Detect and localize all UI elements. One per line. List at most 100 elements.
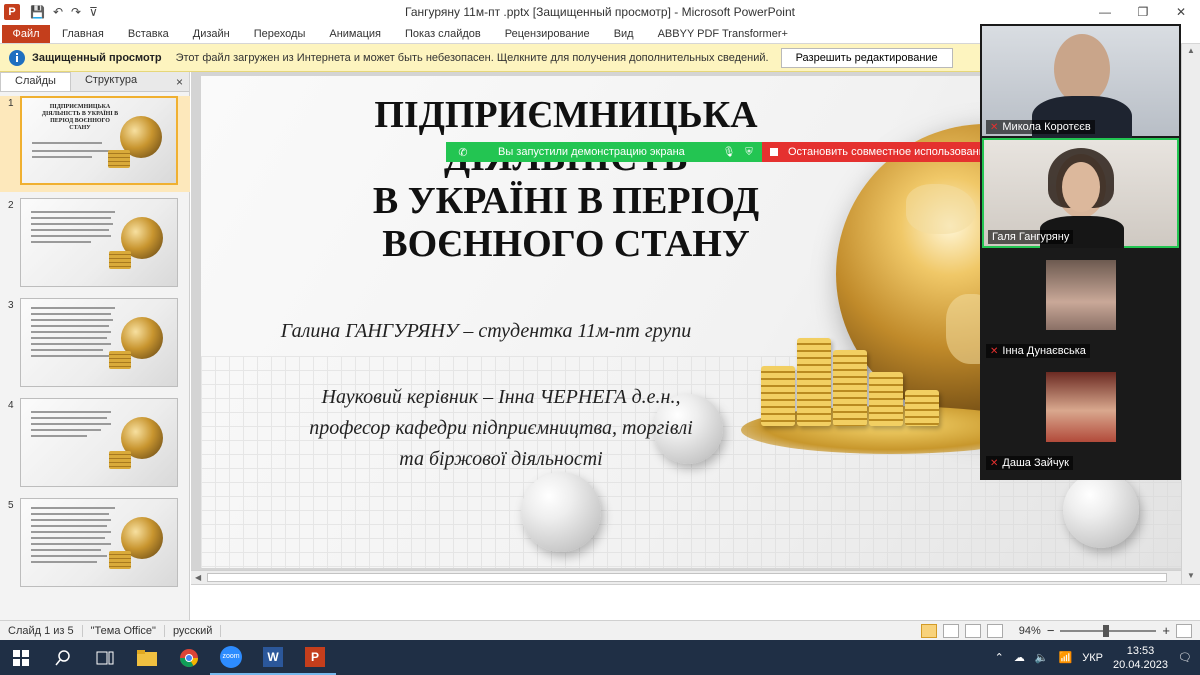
zoom-level[interactable]: 94% — [1019, 625, 1041, 637]
stop-sharing-button[interactable]: Остановить совместное использование — [762, 142, 996, 162]
slide-preview — [20, 498, 178, 587]
normal-view-button[interactable] — [920, 623, 937, 638]
file-explorer-icon[interactable] — [126, 640, 168, 675]
tab-transitions[interactable]: Переходы — [242, 25, 318, 43]
protected-view-title: Защищенный просмотр — [32, 51, 162, 64]
title-bar: P 💾 ↶ ↷ ⊽ Гангуряну 11м-пт .pptx [Защище… — [0, 0, 1200, 24]
participant-avatar — [1046, 372, 1116, 442]
participant-video — [1054, 34, 1110, 104]
zoom-out-button[interactable]: − — [1047, 623, 1055, 638]
tab-slides[interactable]: Слайды — [0, 72, 71, 91]
slide-thumbnail-4[interactable]: 4 — [0, 398, 190, 494]
scroll-down-icon[interactable]: ▼ — [1187, 571, 1195, 580]
slide-thumbnail-5[interactable]: 5 — [0, 498, 190, 594]
stop-icon — [770, 148, 778, 156]
powerpoint-taskbar-icon[interactable]: P — [294, 640, 336, 675]
save-icon[interactable]: 💾 — [30, 5, 45, 19]
slide-thumbnail-2[interactable]: 2 — [0, 198, 190, 294]
video-tile-active[interactable]: Галя Гангуряну — [982, 138, 1179, 248]
muted-microphone-icon: ✕ — [990, 121, 999, 133]
notes-pane[interactable] — [191, 584, 1200, 620]
notifications-icon[interactable]: 🗨 — [1178, 651, 1192, 664]
clock[interactable]: 13:53 20.04.2023 — [1113, 644, 1168, 672]
video-participants-panel: ✕ Микола Коротєєв Галя Гангуряну ✕ Інна … — [980, 24, 1181, 480]
slideshow-view-button[interactable] — [986, 623, 1003, 638]
restore-button[interactable]: ❐ — [1124, 0, 1162, 24]
tab-outline[interactable]: Структура — [71, 72, 151, 91]
tab-design[interactable]: Дизайн — [181, 25, 242, 43]
redo-icon[interactable]: ↷ — [71, 5, 81, 19]
video-tile[interactable]: ✕ Інна Дунаєвська — [982, 250, 1179, 360]
zoom-slider-knob[interactable] — [1102, 624, 1109, 637]
participant-avatar — [1046, 260, 1116, 330]
chevron-up-icon[interactable]: ⌃ — [995, 651, 1004, 664]
tab-insert[interactable]: Вставка — [116, 25, 181, 43]
tab-file[interactable]: Файл — [2, 25, 50, 43]
slide-number: 3 — [8, 300, 14, 311]
screen-share-banner[interactable]: ✆ Вы запустили демонстрацию экрана 🎙 ⛨ — [446, 142, 762, 162]
slide-author-text[interactable]: Галина ГАНГУРЯНУ – студентка 11м-пт груп… — [251, 320, 721, 343]
security-shield-icon[interactable]: ⛨ — [742, 147, 756, 158]
word-app-icon[interactable]: W — [252, 640, 294, 675]
participant-name-label: Галя Гангуряну — [988, 230, 1074, 244]
cloud-icon[interactable]: ☁ — [1014, 651, 1025, 664]
chrome-icon[interactable] — [168, 640, 210, 675]
tab-review[interactable]: Рецензирование — [493, 25, 602, 43]
muted-microphone-icon: ✕ — [990, 345, 999, 357]
slide-number: 1 — [8, 98, 14, 109]
vertical-scrollbar[interactable]: ▲ ▼ — [1181, 44, 1200, 584]
microphone-icon[interactable]: 🎙 — [722, 147, 736, 158]
slide-sorter-view-button[interactable] — [942, 623, 959, 638]
horizontal-scrollbar[interactable]: ◀ — [191, 570, 1200, 584]
slide-title[interactable]: ПІДПРИЄМНИЦЬКА ДІЯЛЬНІСТЬ В УКРАЇНІ В ПЕ… — [321, 94, 811, 266]
zoom-in-button[interactable]: + — [1162, 623, 1170, 638]
video-tile[interactable]: ✕ Микола Коротєєв — [982, 26, 1179, 146]
reading-view-button[interactable] — [964, 623, 981, 638]
stop-sharing-label: Остановить совместное использование — [788, 146, 991, 158]
protected-view-bar: Защищенный просмотр Этот файл загружен и… — [0, 44, 980, 72]
slide-thumbnail-1[interactable]: 1 ПІДПРИЄМНИЦЬКА ДІЯЛЬНІСТЬ В УКРАЇНІ В … — [0, 96, 190, 192]
enable-editing-button[interactable]: Разрешить редактирование — [780, 47, 953, 68]
network-icon[interactable]: 📶 — [1059, 651, 1073, 664]
tab-home[interactable]: Главная — [50, 25, 116, 43]
tab-view[interactable]: Вид — [602, 25, 646, 43]
windows-taskbar: zoom W P ⌃ ☁ 🔈 📶 УКР 13:53 20.04.2023 🗨 — [0, 640, 1200, 675]
close-button[interactable]: ✕ — [1162, 0, 1200, 24]
fit-slide-button[interactable] — [1176, 623, 1192, 638]
slide-preview — [20, 398, 178, 487]
video-tile[interactable]: ✕ Даша Зайчук — [982, 362, 1179, 472]
volume-icon[interactable]: 🔈 — [1035, 651, 1049, 664]
coins-image — [109, 551, 131, 569]
undo-icon[interactable]: ↶ — [53, 5, 63, 19]
slides-panel-tabs: Слайды Структура × — [0, 72, 189, 92]
search-icon[interactable] — [42, 640, 84, 675]
minimize-button[interactable]: — — [1086, 0, 1124, 24]
slide-number: 4 — [8, 400, 14, 411]
windows-start-icon[interactable] — [0, 640, 42, 675]
scroll-left-icon[interactable]: ◀ — [195, 573, 201, 582]
slide-thumbnail-3[interactable]: 3 — [0, 298, 190, 394]
tab-animations[interactable]: Анимация — [317, 25, 393, 43]
zoom-app-icon[interactable]: zoom — [210, 640, 252, 675]
coin-stack — [761, 366, 795, 426]
scrollbar-thumb[interactable] — [207, 573, 1167, 582]
slide-advisor-text[interactable]: Науковий керівник – Інна ЧЕРНЕГА д.е.н.,… — [251, 382, 751, 475]
powerpoint-app-icon[interactable]: P — [4, 4, 20, 20]
language-indicator[interactable]: русский — [165, 624, 222, 637]
task-view-icon[interactable] — [84, 640, 126, 675]
customize-qat-icon[interactable]: ⊽ — [89, 5, 98, 19]
participant-name-label: ✕ Даша Зайчук — [986, 456, 1073, 470]
slide-counter: Слайд 1 из 5 — [0, 624, 83, 637]
coin-stack — [905, 390, 939, 426]
keyboard-language[interactable]: УКР — [1082, 652, 1103, 664]
zoom-slider[interactable] — [1060, 624, 1157, 637]
scroll-up-icon[interactable]: ▲ — [1187, 46, 1195, 55]
theme-name[interactable]: "Тема Office" — [83, 624, 165, 637]
slide-preview — [20, 298, 178, 387]
protected-view-message[interactable]: Этот файл загружен из Интернета и может … — [176, 52, 769, 64]
tab-slideshow[interactable]: Показ слайдов — [393, 25, 493, 43]
system-tray: ⌃ ☁ 🔈 📶 УКР 13:53 20.04.2023 🗨 — [995, 640, 1200, 675]
tab-abbyy[interactable]: ABBYY PDF Transformer+ — [646, 25, 800, 43]
close-panel-icon[interactable]: × — [176, 75, 183, 89]
info-shield-icon — [9, 49, 25, 66]
